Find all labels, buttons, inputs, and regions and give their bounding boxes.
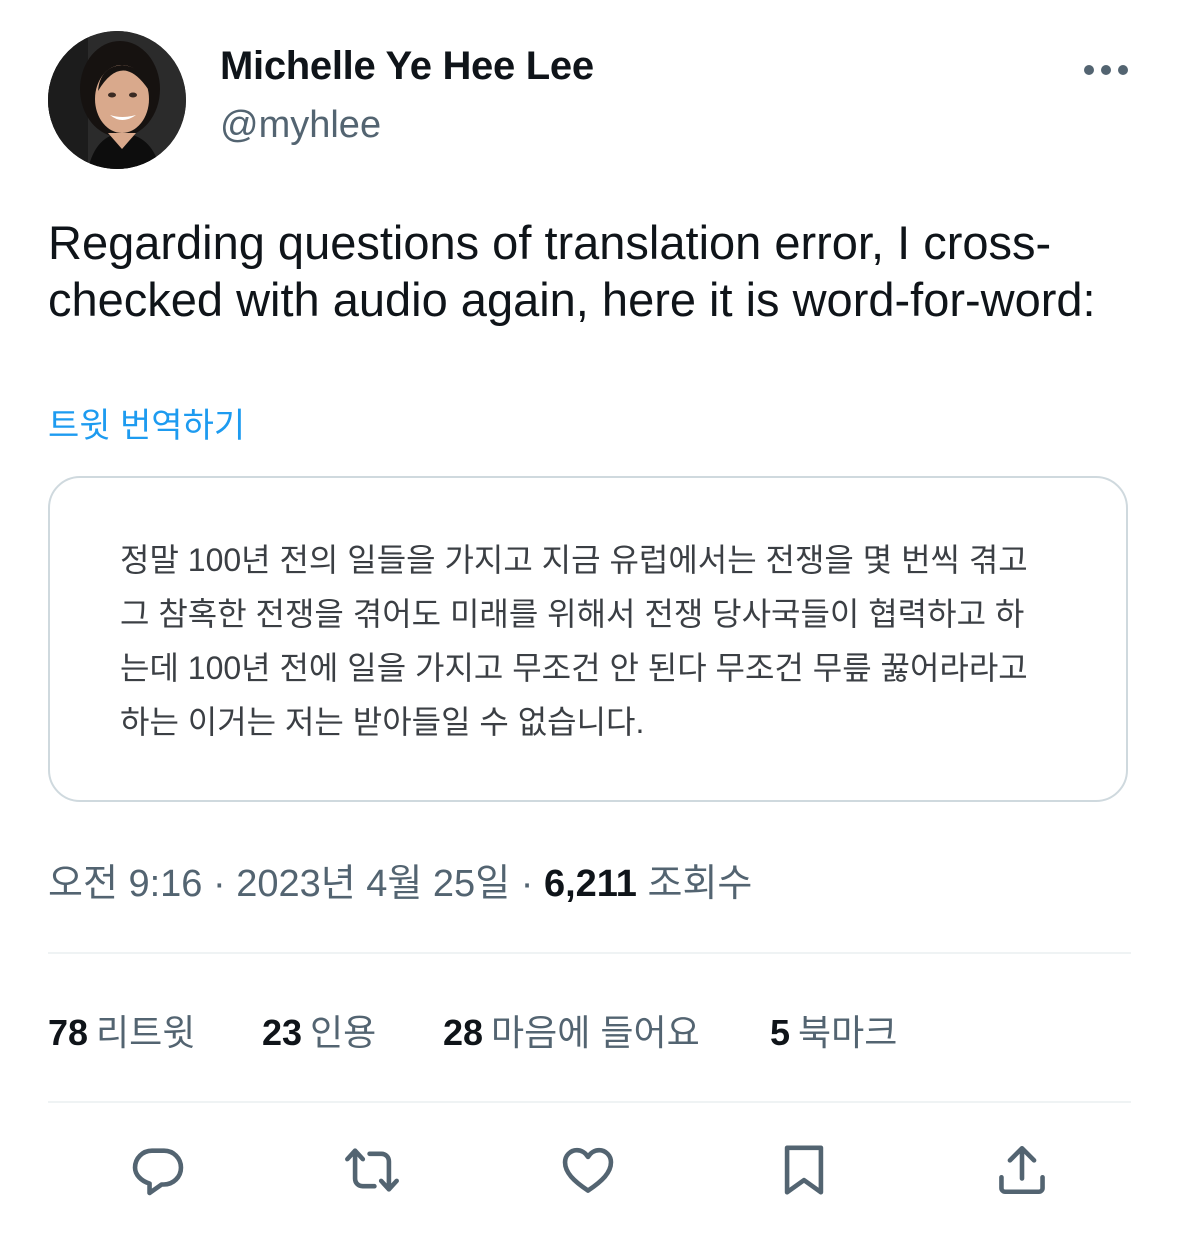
retweets-stat[interactable]: 78 리트윗 [48, 1004, 195, 1056]
likes-label: 마음에 들어요 [491, 1012, 700, 1053]
meta-separator: · [213, 863, 226, 905]
author-handle[interactable]: @myhlee [220, 104, 381, 147]
bookmark-icon [784, 1145, 824, 1195]
bookmarks-stat[interactable]: 5 북마크 [770, 1004, 897, 1056]
more-icon [1084, 65, 1128, 75]
meta-separator: · [520, 863, 534, 905]
bookmarks-label: 북마크 [798, 1012, 898, 1053]
bookmark-button[interactable] [772, 1138, 836, 1202]
quote-text: 정말 100년 전의 일들을 가지고 지금 유럽에서는 전쟁을 몇 번씩 겪고 … [120, 542, 1028, 740]
likes-count: 28 [443, 1012, 484, 1053]
quotes-count: 23 [262, 1012, 303, 1053]
likes-stat[interactable]: 28 마음에 들어요 [443, 1004, 700, 1056]
retweet-icon [345, 1148, 399, 1192]
author-name[interactable]: Michelle Ye Hee Lee [220, 44, 594, 89]
tweet-text: Regarding questions of translation error… [48, 216, 1096, 326]
quotes-stat[interactable]: 23 인용 [262, 1004, 376, 1056]
share-icon [999, 1145, 1045, 1195]
tweet-media-image[interactable]: 정말 100년 전의 일들을 가지고 지금 유럽에서는 전쟁을 몇 번씩 겪고 … [48, 476, 1128, 802]
divider [48, 1101, 1131, 1103]
avatar-photo [48, 31, 186, 169]
retweets-count: 78 [48, 1012, 89, 1053]
bookmarks-count: 5 [770, 1012, 791, 1053]
translate-tweet-link[interactable]: 트윗 번역하기 [48, 398, 245, 447]
views-count: 6,211 [543, 863, 637, 905]
reply-button[interactable] [126, 1138, 190, 1202]
quotes-label: 인용 [310, 1012, 377, 1053]
avatar[interactable] [48, 31, 186, 169]
reply-icon [132, 1148, 184, 1196]
like-button[interactable] [556, 1138, 620, 1202]
retweets-label: 리트윗 [96, 1012, 196, 1053]
tweet-time[interactable]: 오전 9:16 [48, 863, 202, 905]
more-options-button[interactable] [1080, 52, 1132, 88]
divider [48, 952, 1131, 954]
tweet-date[interactable]: 2023년 4월 25일 [236, 863, 510, 905]
views-label: 조회수 [647, 863, 753, 905]
tweet-metadata: 오전 9:16 · 2023년 4월 25일 · 6,211 조회수 [48, 852, 752, 907]
like-icon [562, 1147, 614, 1193]
retweet-button[interactable] [340, 1138, 404, 1202]
share-button[interactable] [990, 1138, 1054, 1202]
